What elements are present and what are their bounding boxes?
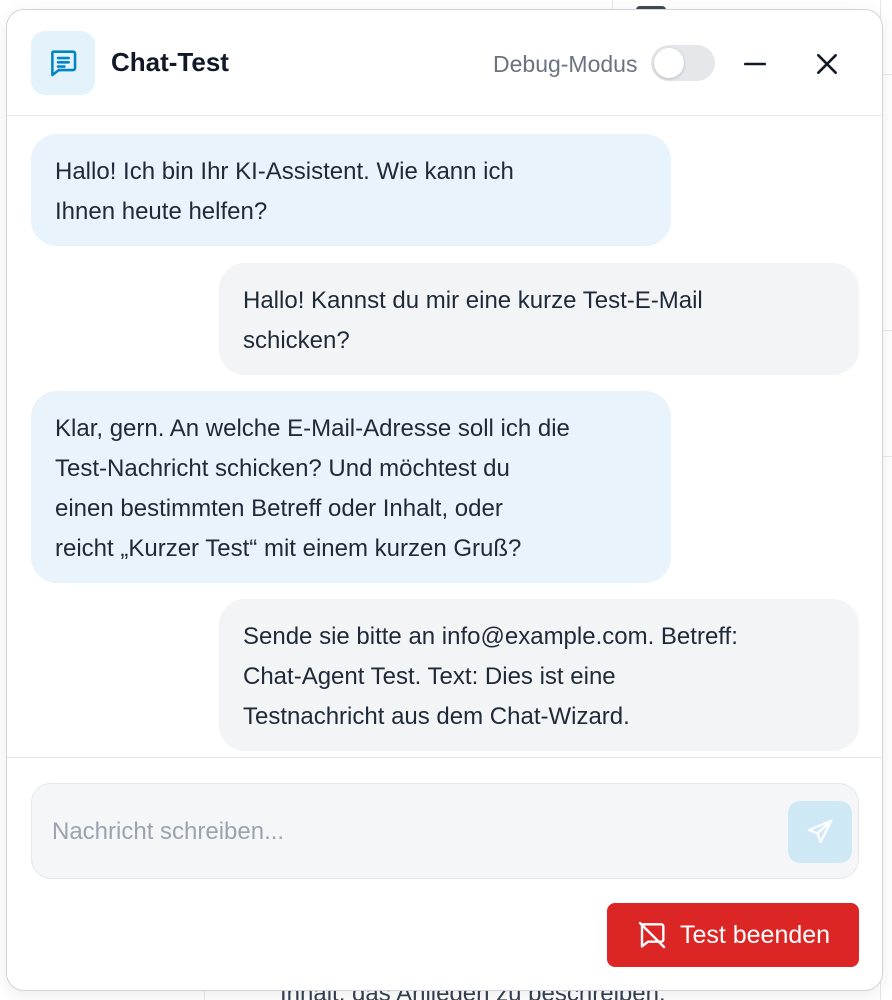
debug-mode-label: Debug-Modus — [493, 51, 638, 77]
message-composer — [31, 783, 859, 879]
assistant-message: Klar, gern. An welche E-Mail-Adresse sol… — [31, 391, 671, 583]
composer-divider — [7, 757, 882, 758]
assistant-message: Hallo! Ich bin Ihr KI-Assistent. Wie kan… — [31, 134, 671, 246]
end-test-button[interactable]: Test beenden — [607, 903, 859, 967]
message-off-icon — [638, 921, 666, 949]
close-icon — [817, 54, 837, 74]
chat-header: Chat-Test Debug-Modus — [7, 10, 882, 116]
user-message: Sende sie bitte an info@example.com. Bet… — [219, 599, 859, 751]
message-input[interactable] — [52, 812, 772, 852]
chat-title: Chat-Test — [111, 47, 229, 77]
end-test-label: Test beenden — [679, 920, 831, 949]
chat-message-icon — [31, 31, 95, 95]
toggle-knob — [654, 48, 684, 78]
message-list: Hallo! Ich bin Ihr KI-Assistent. Wie kan… — [7, 117, 882, 757]
chat-test-window: Chat-Test Debug-Modus Hallo! Ich bin Ihr… — [6, 9, 883, 991]
minimize-button[interactable] — [737, 46, 773, 82]
minus-icon — [743, 62, 767, 66]
close-button[interactable] — [809, 46, 845, 82]
user-message: Hallo! Kannst du mir eine kurze Test-E-M… — [219, 263, 859, 375]
send-icon — [807, 819, 833, 844]
debug-mode-toggle[interactable] — [651, 45, 715, 81]
send-button[interactable] — [788, 801, 852, 863]
